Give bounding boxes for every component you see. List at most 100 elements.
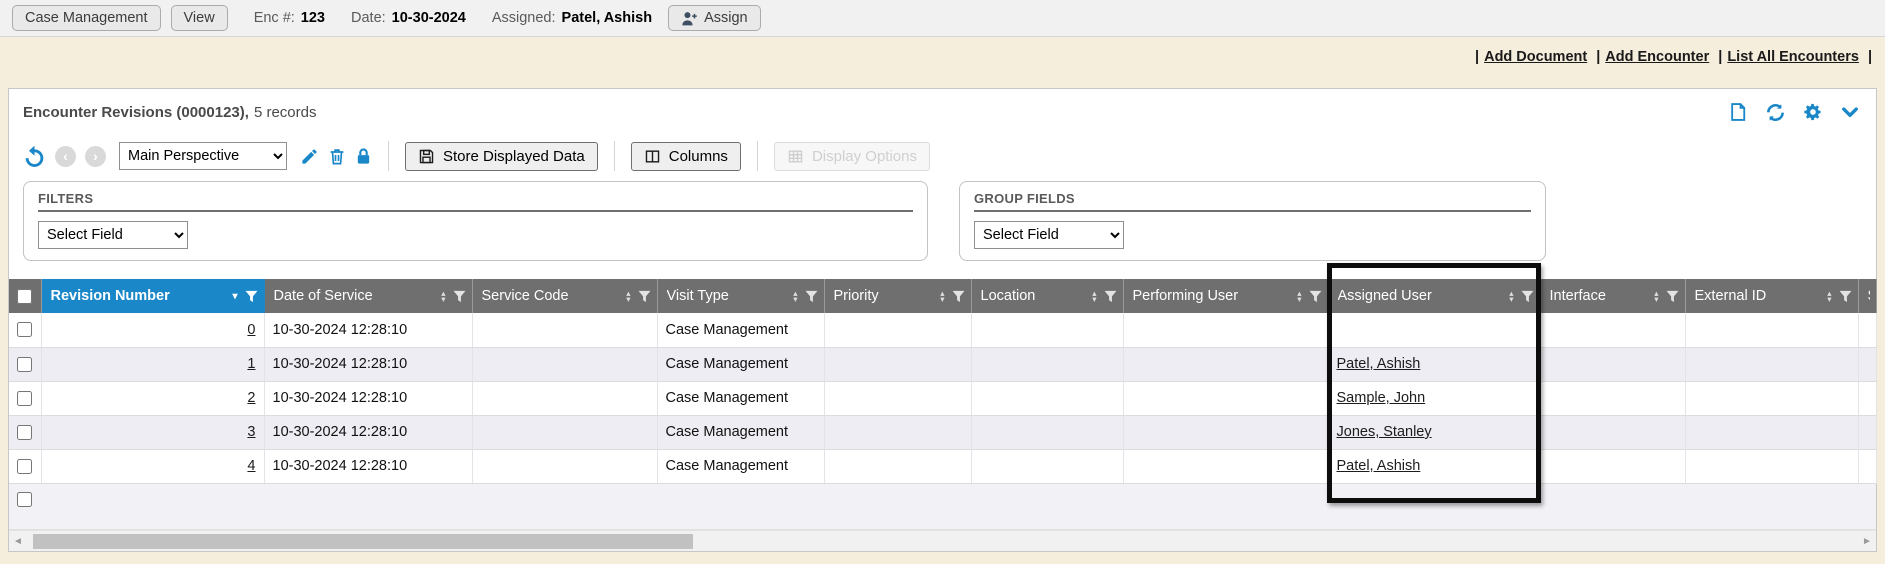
column-label: External ID: [1695, 288, 1767, 304]
toolbar-divider: [614, 141, 615, 171]
cell-performing-user: [1123, 415, 1328, 449]
sort-icon: ▴▾: [441, 290, 445, 302]
cell-service-code: [472, 415, 657, 449]
columns-button[interactable]: Columns: [631, 142, 741, 171]
row-checkbox[interactable]: [17, 459, 32, 474]
row-checkbox[interactable]: [17, 322, 32, 337]
filter-funnel-icon[interactable]: [245, 290, 258, 303]
cell-performing-user: [1123, 347, 1328, 381]
pipe-divider: |: [1475, 49, 1479, 65]
column-header-visit-type[interactable]: Visit Type ▴▾: [657, 279, 824, 313]
sort-icon: ▴▾: [1654, 290, 1658, 302]
new-document-icon[interactable]: [1728, 102, 1748, 122]
cell-interface: [1540, 415, 1685, 449]
pencil-icon[interactable]: [300, 147, 319, 166]
enc-number-label: Enc #:: [254, 10, 295, 26]
filter-funnel-icon[interactable]: [952, 290, 965, 303]
filter-funnel-icon[interactable]: [1309, 290, 1322, 303]
cell-date-of-service: 10-30-2024 12:28:10: [264, 381, 472, 415]
cell-external-id: [1685, 381, 1858, 415]
footer-checkbox[interactable]: [17, 492, 32, 507]
column-label: Priority: [834, 288, 879, 304]
column-header-interface[interactable]: Interface ▴▾: [1540, 279, 1685, 313]
panel-header: Encounter Revisions (0000123), 5 records: [9, 89, 1876, 135]
list-all-encounters-link[interactable]: List All Encounters: [1727, 49, 1859, 65]
scrollbar-thumb[interactable]: [33, 534, 693, 549]
grid-toolbar: ‹ › Main Perspective Store Displayed Dat…: [9, 135, 1876, 177]
scroll-left-arrow-icon[interactable]: ◄: [9, 531, 27, 552]
refresh-icon[interactable]: [1765, 102, 1786, 123]
assigned-user-link[interactable]: Sample, John: [1337, 390, 1426, 406]
group-fields-label: GROUP FIELDS: [974, 191, 1531, 212]
scroll-right-arrow-icon[interactable]: ►: [1858, 531, 1876, 552]
view-button[interactable]: View: [171, 5, 228, 31]
revision-link[interactable]: 4: [247, 458, 255, 474]
case-management-button[interactable]: Case Management: [12, 5, 161, 31]
table-row: 3 10-30-2024 12:28:10 Case Management Jo…: [9, 415, 1876, 449]
add-document-link[interactable]: Add Document: [1484, 49, 1587, 65]
cell-partial: [1858, 313, 1876, 347]
filter-funnel-icon[interactable]: [1104, 290, 1117, 303]
cell-service-code: [472, 449, 657, 483]
column-header-service-code[interactable]: Service Code ▴▾: [472, 279, 657, 313]
pipe-divider: |: [1596, 49, 1600, 65]
assigned-user-link[interactable]: Patel, Ashish: [1337, 458, 1421, 474]
cell-interface: [1540, 313, 1685, 347]
cell-priority: [824, 313, 971, 347]
sort-icon: ▴▾: [1827, 290, 1831, 302]
filter-funnel-icon[interactable]: [453, 290, 466, 303]
column-header-partial[interactable]: S: [1858, 279, 1876, 313]
store-displayed-data-button[interactable]: Store Displayed Data: [405, 142, 598, 171]
column-header-assigned-user[interactable]: Assigned User ▴▾: [1328, 279, 1540, 313]
cell-assigned-user: Patel, Ashish: [1328, 449, 1540, 483]
filter-funnel-icon[interactable]: [1521, 290, 1534, 303]
column-header-priority[interactable]: Priority ▴▾: [824, 279, 971, 313]
top-toolbar: Case Management View Enc #: 123 Date: 10…: [0, 0, 1885, 37]
row-checkbox[interactable]: [17, 357, 32, 372]
horizontal-scrollbar[interactable]: ◄ ►: [9, 530, 1876, 551]
row-checkbox[interactable]: [17, 425, 32, 440]
assigned-user-link[interactable]: Jones, Stanley: [1337, 424, 1432, 440]
chevron-left-icon[interactable]: ‹: [55, 146, 76, 167]
group-fields-select-field[interactable]: Select Field: [974, 221, 1124, 249]
cell-revision: 1: [41, 347, 264, 381]
perspective-select[interactable]: Main Perspective: [119, 142, 287, 170]
row-checkbox[interactable]: [17, 391, 32, 406]
table-row: 1 10-30-2024 12:28:10 Case Management Pa…: [9, 347, 1876, 381]
gear-icon[interactable]: [1803, 102, 1823, 122]
column-header-revision-number[interactable]: Revision Number ▾: [41, 279, 264, 313]
add-encounter-link[interactable]: Add Encounter: [1605, 49, 1709, 65]
column-label: Service Code: [482, 288, 569, 304]
chevron-right-icon[interactable]: ›: [85, 146, 106, 167]
revision-link[interactable]: 3: [247, 424, 255, 440]
trash-icon[interactable]: [328, 147, 346, 166]
column-header-external-id[interactable]: External ID ▴▾: [1685, 279, 1858, 313]
column-header-performing-user[interactable]: Performing User ▴▾: [1123, 279, 1328, 313]
revision-link[interactable]: 1: [247, 356, 255, 372]
cell-service-code: [472, 313, 657, 347]
column-header-date-of-service[interactable]: Date of Service ▴▾: [264, 279, 472, 313]
assign-button[interactable]: Assign: [668, 5, 761, 31]
filter-funnel-icon[interactable]: [1666, 290, 1679, 303]
filter-funnel-icon[interactable]: [1839, 290, 1852, 303]
revision-link[interactable]: 2: [247, 390, 255, 406]
filter-funnel-icon[interactable]: [638, 290, 651, 303]
cell-assigned-user: Sample, John: [1328, 381, 1540, 415]
filters-label: FILTERS: [38, 191, 913, 212]
filter-funnel-icon[interactable]: [805, 290, 818, 303]
lock-icon[interactable]: [355, 147, 372, 166]
assigned-label: Assigned:: [492, 10, 556, 26]
filters-select-field[interactable]: Select Field: [38, 221, 188, 249]
cell-revision: 4: [41, 449, 264, 483]
filters-area: FILTERS Select Field GROUP FIELDS Select…: [9, 177, 1876, 273]
collapse-chevron-down-icon[interactable]: [1840, 102, 1860, 122]
column-label: Revision Number: [51, 288, 170, 304]
sort-icon: ▴▾: [1509, 290, 1513, 302]
select-all-checkbox[interactable]: [17, 289, 32, 304]
column-header-location[interactable]: Location ▴▾: [971, 279, 1123, 313]
column-label: Interface: [1550, 288, 1606, 304]
revision-link[interactable]: 0: [247, 322, 255, 338]
undo-icon[interactable]: [23, 145, 46, 168]
cell-location: [971, 415, 1123, 449]
assigned-user-link[interactable]: Patel, Ashish: [1337, 356, 1421, 372]
